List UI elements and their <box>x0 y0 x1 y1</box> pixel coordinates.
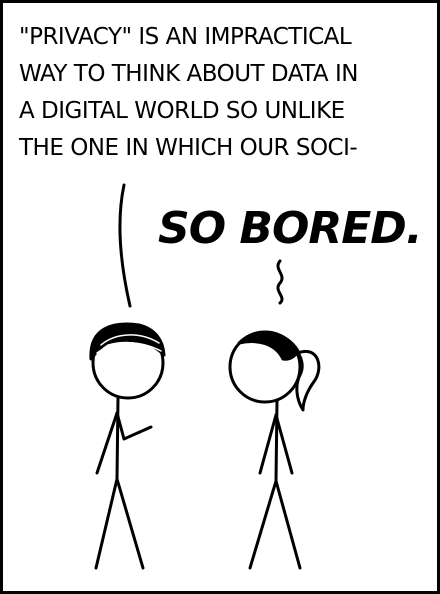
right-arm <box>115 411 153 441</box>
ponytail <box>295 349 321 412</box>
right-arm <box>274 413 294 475</box>
left-leg <box>248 479 278 570</box>
squiggle-mark <box>276 259 284 305</box>
short-haired-stick-figure <box>89 322 166 570</box>
right-leg <box>274 479 302 570</box>
left-arm <box>95 411 119 475</box>
speech-tail <box>118 183 132 308</box>
hair <box>237 331 300 361</box>
body <box>115 396 120 481</box>
right-leg <box>115 477 145 570</box>
left-leg <box>94 477 119 570</box>
hair <box>89 322 166 361</box>
left-arm <box>258 413 278 475</box>
body <box>274 399 279 483</box>
comic-drawing <box>89 183 321 570</box>
comic-panel: "PRIVACY" IS AN IMPRACTICAL WAY TO THINK… <box>0 0 440 594</box>
ponytail-stick-figure <box>228 330 321 570</box>
